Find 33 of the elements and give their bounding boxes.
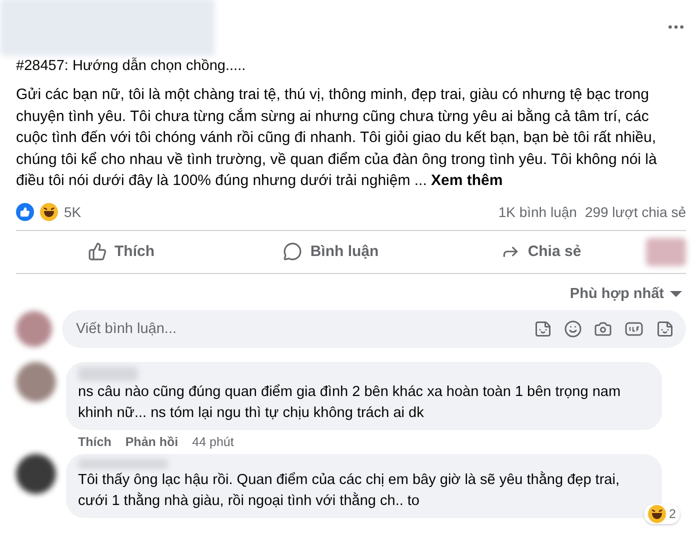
emoji-icon[interactable] [564, 320, 582, 338]
reaction-badge[interactable]: 2 [644, 504, 680, 524]
share-button[interactable]: Chia sẻ [436, 241, 646, 262]
redacted-block [646, 238, 686, 266]
comment-input-field[interactable]: Viết bình luận... [74, 320, 522, 338]
post-text: Gửi các bạn nữ, tôi là một chàng trai tệ, thú vị, thông minh, đẹp trai, giàu có nhưng tệ bạc trong chuyện tình yêu. Tôi chưa từng cắm sừng ai nhưng cũng chưa từng yêu ai bằng cả tâm trí, các cuộc tình đến với tôi chóng vánh rồi cũng đi nhanh. Tôi giỏi giao du kết bạn, bạn bè tôi rất nhiều, chúng tôi kể cho nhau về tình trường, về quan điểm của đàn ông trong tình yêu. Tôi không nói là điều tôi nói dưới đây là 100% đúng nhưng dưới trải nghiệm ... Xem thêm [16, 85, 658, 191]
avatar-placeholder [16, 362, 56, 402]
laughing-emoji-icon [648, 504, 666, 522]
comment-button[interactable]: Bình luận [226, 241, 436, 262]
camera-icon[interactable] [594, 320, 612, 338]
sticker-icon[interactable] [656, 320, 674, 338]
see-more-link[interactable]: Xem thêm [431, 172, 503, 189]
comment-icon [283, 242, 302, 261]
avatar-sticker-icon[interactable] [534, 320, 552, 338]
comment-text: ns câu nào cũng đúng quan điểm gia đình 2 bên khác xa hoàn toàn 1 bên trọng nam khinh nữ... ns tóm lại ngu thì tự chịu không trách ai dk [78, 382, 622, 422]
like-icon [88, 242, 106, 261]
comment-text: Tôi thấy ông lạc hậu rồi. Quan điểm của các chị em bây giờ là sẽ yêu thằng đẹp trai, cưới 1 thằng nhà giàu, rồi ngoại tình với thằng ch.. to [78, 470, 620, 510]
like-link[interactable]: Thích [78, 434, 112, 448]
reaction-count[interactable]: 5K [64, 204, 82, 220]
laughing-emoji-icon [40, 202, 58, 220]
avatar-placeholder [16, 310, 52, 346]
avatar-placeholder [16, 454, 56, 494]
sort-dropdown[interactable]: Phù hợp nhất [570, 282, 682, 306]
comment-field[interactable]: Viết bình luận... [62, 310, 686, 348]
like-reaction-icon [16, 202, 34, 220]
caret-icon [670, 290, 682, 298]
reply-link[interactable]: Phản hồi [125, 434, 178, 448]
redacted-block [78, 366, 138, 380]
comment-count[interactable]: 1K bình luận [498, 204, 577, 220]
share-count[interactable]: 299 lượt chia sẻ [584, 204, 686, 220]
like-button[interactable]: Thích [16, 241, 226, 262]
post-title: #28457: Hướng dẫn chọn chồng..... [16, 58, 247, 74]
comment-time: 44 phút [192, 434, 234, 448]
